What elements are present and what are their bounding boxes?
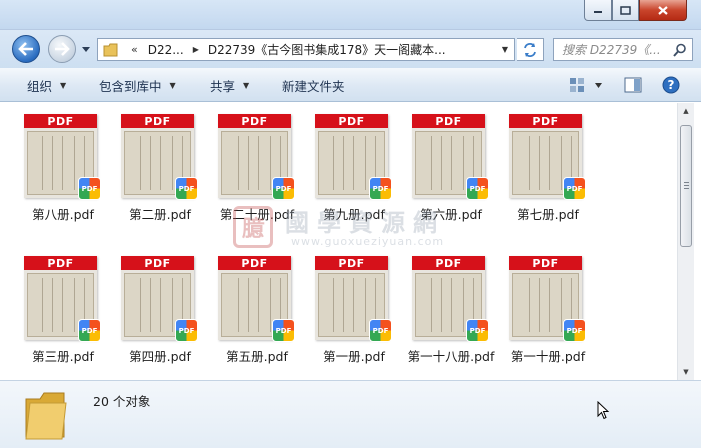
share-menu[interactable]: 共享 ▼ [210, 68, 249, 102]
grip-icon [684, 182, 689, 189]
organize-label: 组织 [27, 78, 53, 94]
breadcrumb-separator-icon[interactable]: ▶ [193, 45, 199, 54]
chevron-down-icon: ▼ [60, 80, 67, 90]
details-pane: 20 个对象 [0, 380, 701, 448]
mouse-pointer-icon [597, 401, 610, 420]
scroll-thumb[interactable] [680, 125, 692, 247]
pdf-app-icon: PDF [563, 319, 586, 342]
file-item[interactable]: PDF PDF 第一十册.pdf [504, 248, 600, 378]
file-item[interactable]: PDF PDF 第七册.pdf [504, 106, 600, 236]
file-name: 第一十册.pdf [510, 349, 586, 364]
chevron-down-icon: ▼ [169, 80, 176, 90]
file-name: 第一册.pdf [323, 349, 385, 364]
file-name: 第八册.pdf [32, 207, 94, 222]
include-in-library-menu[interactable]: 包含到库中 ▼ [99, 68, 176, 102]
file-item[interactable]: PDF PDF 第一册.pdf [310, 248, 406, 378]
maximize-icon [620, 5, 631, 15]
scroll-up-button[interactable]: ▲ [678, 103, 694, 119]
pdf-app-icon: PDF [563, 177, 586, 200]
watermark: 臆 國學資源網 www.guoxueziyuan.com [233, 203, 473, 253]
view-options-icon[interactable] [569, 77, 585, 93]
pdf-badge-label: PDF [121, 114, 194, 128]
file-item[interactable]: PDF PDF 第三册.pdf [19, 248, 115, 378]
breadcrumb-item[interactable]: D22... [148, 43, 184, 57]
folder-icon [103, 43, 118, 56]
pdf-badge-label: PDF [412, 114, 485, 128]
command-bar: 组织 ▼ 包含到库中 ▼ 共享 ▼ 新建文件夹 ? [0, 68, 701, 102]
file-name: 第五册.pdf [226, 349, 288, 364]
view-dropdown-icon[interactable] [594, 82, 603, 89]
file-name: 第三册.pdf [32, 349, 94, 364]
pdf-badge-label: PDF [315, 256, 388, 270]
search-input[interactable]: 搜索 D22739《... [553, 38, 693, 61]
pdf-badge-label: PDF [24, 256, 97, 270]
folder-icon [25, 392, 67, 440]
minimize-icon [594, 11, 602, 13]
file-item[interactable]: PDF PDF 第二册.pdf [116, 106, 212, 236]
pdf-badge-label: PDF [121, 256, 194, 270]
pdf-app-icon: PDF [272, 177, 295, 200]
pdf-app-icon: PDF [466, 177, 489, 200]
file-name: 第七册.pdf [517, 207, 579, 222]
title-bar [0, 0, 701, 30]
preview-pane-icon[interactable] [624, 77, 642, 93]
new-folder-button[interactable]: 新建文件夹 [282, 68, 345, 102]
scroll-down-button[interactable]: ▼ [678, 364, 694, 380]
pdf-app-icon: PDF [369, 319, 392, 342]
address-dropdown-button[interactable]: ▼ [496, 39, 514, 60]
pdf-badge-label: PDF [412, 256, 485, 270]
svg-text:?: ? [668, 78, 675, 92]
watermark-seal: 臆 [233, 206, 273, 248]
breadcrumb-item[interactable]: D22739《古今图书集成178》天一阁藏本... [208, 41, 446, 58]
new-folder-label: 新建文件夹 [282, 78, 345, 94]
pdf-app-icon: PDF [175, 319, 198, 342]
pdf-app-icon: PDF [78, 177, 101, 200]
pdf-badge-label: PDF [218, 256, 291, 270]
search-icon [673, 43, 686, 57]
file-item[interactable]: PDF PDF 第一十八册.pdf [407, 248, 503, 378]
vertical-scrollbar[interactable]: ▲ ▼ [677, 103, 694, 380]
pdf-app-icon: PDF [272, 319, 295, 342]
file-name: 第四册.pdf [129, 349, 191, 364]
recent-pages-icon[interactable] [80, 44, 92, 54]
back-button[interactable] [12, 35, 40, 63]
pdf-app-icon: PDF [175, 177, 198, 200]
file-name: 第二册.pdf [129, 207, 191, 222]
share-label: 共享 [210, 78, 236, 94]
search-placeholder: 搜索 D22739《... [562, 43, 661, 57]
arrow-left-icon [18, 42, 33, 56]
close-icon [658, 5, 668, 15]
watermark-title: 國學資源網 [285, 209, 445, 237]
watermark-url: www.guoxueziyuan.com [291, 235, 445, 248]
chevron-down-icon: ▼ [243, 80, 250, 90]
pdf-badge-label: PDF [509, 256, 582, 270]
item-count: 20 个对象 [93, 394, 151, 409]
pdf-badge-label: PDF [218, 114, 291, 128]
pdf-app-icon: PDF [78, 319, 101, 342]
help-icon[interactable]: ? [662, 76, 680, 94]
refresh-icon [524, 42, 536, 57]
file-name: 第一十八册.pdf [407, 349, 495, 364]
maximize-button[interactable] [612, 0, 639, 21]
organize-menu[interactable]: 组织 ▼ [27, 68, 66, 102]
pdf-badge-label: PDF [509, 114, 582, 128]
close-button[interactable] [639, 0, 687, 21]
include-in-library-label: 包含到库中 [99, 78, 162, 94]
pdf-app-icon: PDF [369, 177, 392, 200]
minimize-button[interactable] [584, 0, 612, 21]
refresh-button[interactable] [517, 38, 544, 61]
arrow-right-icon [55, 42, 70, 56]
breadcrumb-overflow[interactable]: « [131, 43, 138, 56]
file-item[interactable]: PDF PDF 第八册.pdf [19, 106, 115, 236]
forward-button[interactable] [48, 35, 76, 63]
pdf-app-icon: PDF [466, 319, 489, 342]
navigation-bar: « D22... ▶ D22739《古今图书集成178》天一阁藏本... ▼ 搜… [0, 30, 701, 68]
pdf-badge-label: PDF [315, 114, 388, 128]
pdf-badge-label: PDF [24, 114, 97, 128]
address-bar[interactable]: « D22... ▶ D22739《古今图书集成178》天一阁藏本... ▼ [97, 38, 515, 61]
file-item[interactable]: PDF PDF 第五册.pdf [213, 248, 309, 378]
file-item[interactable]: PDF PDF 第四册.pdf [116, 248, 212, 378]
